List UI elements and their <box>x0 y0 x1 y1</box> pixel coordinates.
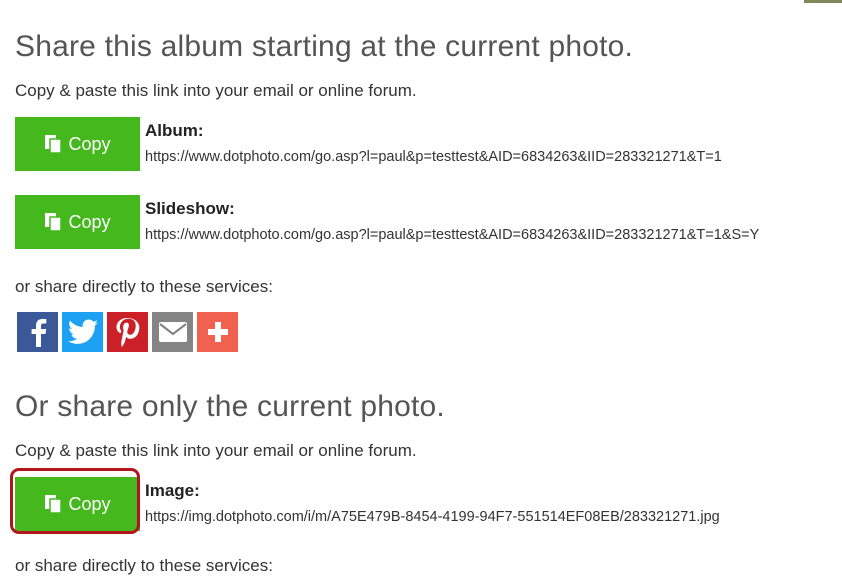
album-share-instruction: Copy & paste this link into your email o… <box>15 81 417 100</box>
slideshow-link-row: Copy Slideshow: https://www.dotphoto.com… <box>15 195 842 249</box>
twitter-icon <box>67 319 98 344</box>
plus-icon <box>207 322 228 342</box>
copy-icon <box>45 495 63 514</box>
copy-album-link-button[interactable]: Copy <box>15 117 140 171</box>
copy-icon <box>45 213 63 232</box>
slideshow-link-label: Slideshow: <box>145 199 235 218</box>
pinterest-share-button[interactable] <box>107 312 148 352</box>
image-link-row: Copy Image: https://img.dotphoto.com/i/m… <box>15 477 842 531</box>
copy-slideshow-link-button[interactable]: Copy <box>15 195 140 249</box>
photo-share-instruction: Copy & paste this link into your email o… <box>15 441 417 460</box>
album-share-heading: Share this album starting at the current… <box>15 30 634 63</box>
more-share-button[interactable] <box>197 312 238 352</box>
image-link-url[interactable]: https://img.dotphoto.com/i/m/A75E479B-84… <box>145 509 842 525</box>
share-services-text: or share directly to these services: <box>15 277 273 296</box>
photo-share-heading: Or share only the current photo. <box>15 390 445 423</box>
copy-button-label: Copy <box>68 133 111 154</box>
facebook-share-button[interactable] <box>17 312 58 352</box>
social-share-bar <box>17 312 238 352</box>
copy-button-label: Copy <box>68 211 111 232</box>
photo-thumbnail-edge <box>804 0 842 3</box>
copy-button-label: Copy <box>68 493 111 514</box>
photo-share-services-text: or share directly to these services: <box>15 556 273 575</box>
image-link-label: Image: <box>145 481 200 500</box>
copy-image-link-button[interactable]: Copy <box>15 477 140 531</box>
album-link-label: Album: <box>145 121 204 140</box>
album-link-row: Copy Album: https://www.dotphoto.com/go.… <box>15 117 842 171</box>
pinterest-icon <box>116 318 139 347</box>
copy-icon <box>45 135 63 154</box>
email-icon <box>158 322 187 342</box>
twitter-share-button[interactable] <box>62 312 103 352</box>
slideshow-link-url[interactable]: https://www.dotphoto.com/go.asp?l=paul&p… <box>145 227 842 243</box>
email-share-button[interactable] <box>152 312 193 352</box>
facebook-icon <box>31 319 46 347</box>
album-link-url[interactable]: https://www.dotphoto.com/go.asp?l=paul&p… <box>145 149 842 165</box>
